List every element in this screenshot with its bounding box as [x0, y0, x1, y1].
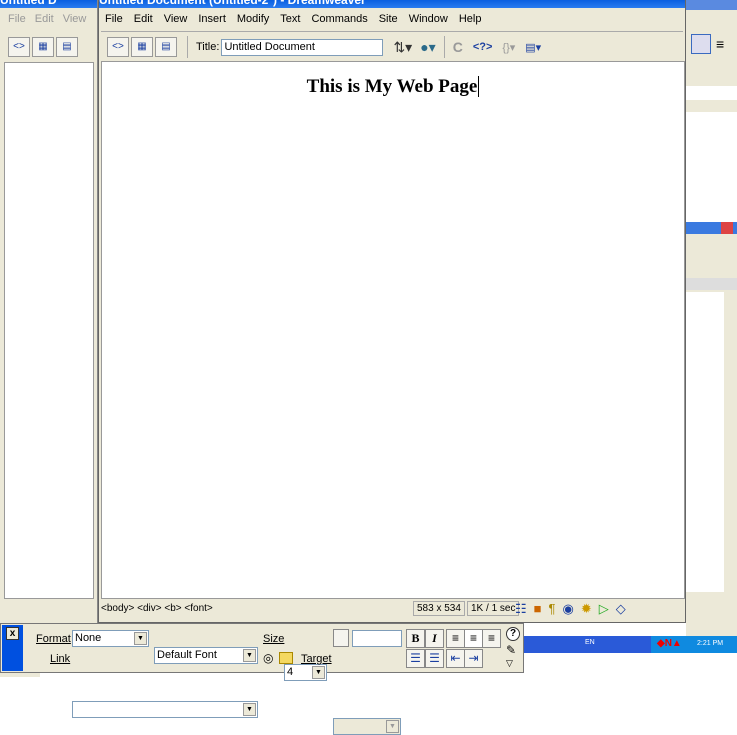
behaviors-icon[interactable]: ◉: [563, 601, 581, 616]
window-title: Untitled Document (Untitled-2*) - Dreamw…: [99, 0, 685, 8]
ordered-list-icon[interactable]: ☰: [425, 649, 444, 668]
background-document: [4, 62, 94, 599]
split-view-icon[interactable]: ▦: [131, 37, 153, 57]
help-button[interactable]: ?: [506, 627, 520, 641]
language-indicator[interactable]: EN: [585, 639, 595, 646]
browse-folder-icon[interactable]: [279, 652, 293, 664]
assets-icon[interactable]: ■: [534, 601, 549, 616]
menu-file[interactable]: File: [8, 13, 26, 25]
split-view-icon[interactable]: ▦: [32, 37, 54, 57]
font-select[interactable]: Default Font ▼: [154, 647, 258, 664]
menu-edit[interactable]: Edit: [134, 13, 153, 25]
link-input[interactable]: ▼: [72, 701, 258, 718]
background-window: Untitled D File Edit View <> ▦ ▤: [0, 0, 98, 623]
preview-browser-icon[interactable]: ●▾: [420, 39, 435, 56]
code-view-icon[interactable]: <>: [8, 37, 30, 57]
background-toolbar: <> ▦ ▤: [8, 37, 80, 57]
window-size[interactable]: 583 x 534: [413, 601, 465, 616]
size-label: Size: [263, 633, 285, 645]
indent-icon[interactable]: ⇥: [464, 649, 483, 668]
close-panel-button[interactable]: x: [6, 627, 19, 640]
italic-button[interactable]: I: [425, 629, 444, 648]
menu-modify[interactable]: Modify: [237, 13, 269, 25]
refresh-icon[interactable]: C: [453, 39, 463, 55]
point-to-file-icon[interactable]: ◎: [263, 651, 273, 665]
outdent-icon[interactable]: ⇤: [446, 649, 465, 668]
view-options-icon[interactable]: ▤▾: [525, 41, 541, 54]
status-bar: <body> <div> <b> <font> 583 x 534 1K / 1…: [101, 600, 685, 619]
code-view-icon[interactable]: <>: [107, 37, 129, 57]
chevron-down-icon: ▼: [312, 666, 325, 679]
format-label: Format: [36, 633, 71, 645]
quick-tag-editor-icon[interactable]: ✎: [506, 643, 516, 657]
site-map-icon[interactable]: ☷: [515, 601, 534, 616]
design-view-icon[interactable]: ▤: [56, 37, 78, 57]
menu-text[interactable]: Text: [280, 13, 300, 25]
ruler: [686, 86, 737, 100]
reference-icon[interactable]: <?>: [473, 41, 493, 53]
menu-edit[interactable]: Edit: [35, 13, 54, 25]
page-heading[interactable]: This is My Web Page: [102, 76, 684, 98]
tray-icons[interactable]: ◆N▲: [657, 638, 682, 649]
menu-bar: File Edit View Insert Modify Text Commands Site…: [105, 13, 492, 25]
title-input[interactable]: [221, 38, 384, 56]
scrollbar[interactable]: [724, 292, 737, 592]
tag-selector[interactable]: <body> <div> <b> <font>: [101, 603, 213, 614]
menu-view[interactable]: View: [63, 13, 87, 25]
unordered-list-icon[interactable]: ☰: [406, 649, 425, 668]
background-window-title: Untitled D: [0, 0, 97, 8]
bold-button[interactable]: B: [406, 629, 425, 648]
align-left-icon[interactable]: [691, 34, 711, 54]
design-view-icon[interactable]: ▤: [155, 37, 177, 57]
align-right-icon[interactable]: ≡: [482, 629, 501, 648]
timelines-icon[interactable]: ▷: [599, 601, 616, 616]
taskbar: EN 2:21 PM ◆N▲: [523, 636, 737, 653]
link-label: Link: [50, 653, 71, 665]
download-time: 1K / 1 sec: [467, 601, 520, 616]
align-center-icon[interactable]: ≡: [464, 629, 483, 648]
chevron-down-icon: ▼: [386, 720, 399, 733]
document-toolbar: <>▦▤ Title: ⇅▾ ●▾ C <?> {}▾ ▤▾: [107, 36, 541, 58]
menu-help[interactable]: Help: [459, 13, 482, 25]
design-view[interactable]: This is My Web Page: [101, 61, 685, 599]
minimized-window-titlebar: [686, 222, 737, 234]
main-window: Untitled Document (Untitled-2*) - Dreamw…: [98, 0, 686, 623]
code-navigation-icon[interactable]: {}▾: [502, 41, 515, 54]
code-inspector-icon[interactable]: ◇: [616, 601, 633, 616]
file-management-icon[interactable]: ⇅▾: [393, 39, 412, 56]
system-tray: 2:21 PM ◆N▲: [651, 636, 737, 653]
history-icon[interactable]: ✹: [581, 601, 599, 616]
align-center-icon[interactable]: ≡: [716, 36, 724, 52]
expand-arrow-icon[interactable]: ▽: [506, 658, 513, 669]
chevron-down-icon: ▼: [243, 703, 256, 716]
title-label: Title:: [196, 41, 220, 53]
menu-view[interactable]: View: [164, 13, 188, 25]
color-picker[interactable]: [333, 629, 349, 647]
chevron-down-icon: ▼: [134, 632, 147, 645]
color-input[interactable]: [352, 630, 402, 647]
menu-window[interactable]: Window: [409, 13, 448, 25]
target-select[interactable]: ▼: [333, 718, 401, 735]
menu-file[interactable]: File: [105, 13, 123, 25]
background-menu: File Edit View: [8, 13, 86, 25]
menu-site[interactable]: Site: [379, 13, 398, 25]
format-select[interactable]: None ▼: [72, 630, 149, 647]
close-icon[interactable]: [721, 222, 733, 234]
html-styles-icon[interactable]: ¶: [549, 601, 563, 616]
menu-insert[interactable]: Insert: [198, 13, 226, 25]
chevron-down-icon: ▼: [243, 649, 256, 662]
property-inspector: x Format None ▼ Default Font ▼ Size 4 ▼ B I…: [0, 623, 524, 735]
clock[interactable]: 2:21 PM: [697, 640, 723, 647]
size-select[interactable]: 4 ▼: [284, 664, 327, 681]
target-label: Target: [301, 653, 332, 665]
other-window-right: ≡: [686, 0, 737, 636]
align-left-icon[interactable]: ≡: [446, 629, 465, 648]
menu-commands[interactable]: Commands: [311, 13, 367, 25]
